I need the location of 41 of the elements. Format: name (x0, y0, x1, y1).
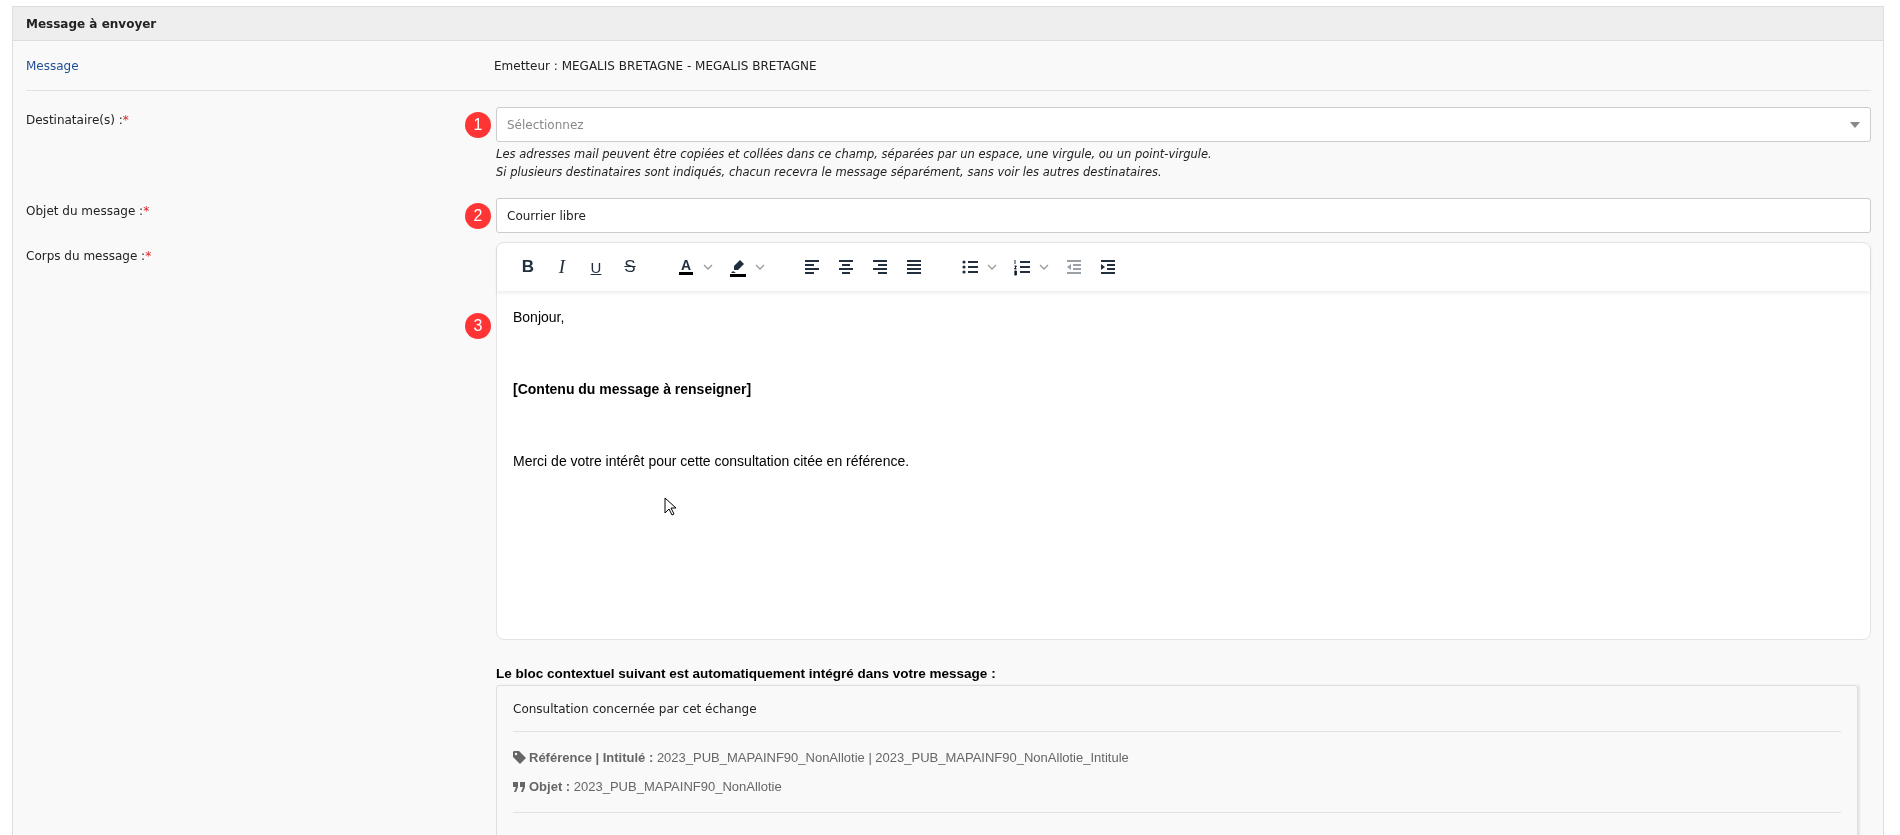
text-color-button[interactable]: A (669, 250, 703, 284)
rich-text-editor[interactable]: B I U S A Bonjour, [Contenu du message à renseigner] Merci de votre intérêt pour cette consultation citée en référence. (496, 242, 1871, 640)
caret-icon[interactable] (1039, 264, 1049, 270)
dropdown-caret-icon[interactable] (1850, 121, 1860, 128)
justify-icon[interactable] (904, 257, 924, 277)
align-left-icon[interactable] (802, 257, 822, 277)
hint-text: Les adresses mail peuvent être copiées et collées dans ce champ, séparées par un espace, une virgule, ou un point-virgule. (496, 146, 1213, 163)
panel-title: Message à envoyer (13, 7, 1883, 41)
underline-button[interactable]: U (579, 250, 613, 284)
italic-button[interactable]: I (545, 250, 579, 284)
bold-button[interactable]: B (511, 250, 545, 284)
context-heading: Consultation concernée par cet échange (513, 686, 1841, 732)
hint-text: Si plusieurs destinataires sont indiqués, chacun recevra le message séparément, sans voir les autres destinataires. (496, 164, 1163, 181)
body-text: Bonjour, (513, 309, 566, 325)
tag-icon (513, 751, 526, 764)
context-detail-text: Référence | Intitulé : 2023_PUB_MAPAINF90_NonAllotie | 2023_PUB_MAPAINF90_NonAllotie_Intitule (529, 750, 1129, 765)
caret-icon[interactable] (755, 264, 765, 270)
numbered-list-icon[interactable] (1012, 257, 1032, 277)
field-label: Objet du message :* (26, 203, 151, 220)
context-detail-text: Objet : 2023_PUB_MAPAINF90_NonAllotie (529, 779, 782, 794)
align-center-icon[interactable] (836, 257, 856, 277)
strikethrough-button[interactable]: S (613, 250, 647, 284)
sender-text: Emetteur : MEGALIS BRETAGNE - MEGALIS BRETAGNE (494, 58, 818, 73)
recipients-select[interactable]: Sélectionnez (496, 107, 1871, 142)
step-badge: 1 (465, 112, 491, 138)
mouse-pointer-icon (664, 497, 676, 516)
indent-icon[interactable] (1098, 257, 1118, 277)
subject-field[interactable]: Courrier libre (496, 198, 1871, 233)
body-text: [Contenu du message à renseigner] (513, 381, 753, 397)
quote-icon (513, 780, 526, 793)
align-right-icon[interactable] (870, 257, 890, 277)
field-label: Destinataire(s) :* (26, 112, 130, 129)
caret-icon[interactable] (987, 264, 997, 270)
highlighter-icon[interactable] (728, 257, 748, 277)
step-badge: 2 (465, 203, 491, 229)
context-intro-text: Le bloc contextuel suivant est automatiquement intégré dans votre message : (496, 666, 997, 681)
body-text: Merci de votre intérêt pour cette consultation citée en référence. (513, 453, 911, 469)
message-link[interactable]: Message (26, 58, 494, 73)
step-badge: 3 (465, 313, 491, 339)
caret-icon[interactable] (703, 264, 713, 270)
field-label: Corps du message :* (26, 248, 153, 265)
